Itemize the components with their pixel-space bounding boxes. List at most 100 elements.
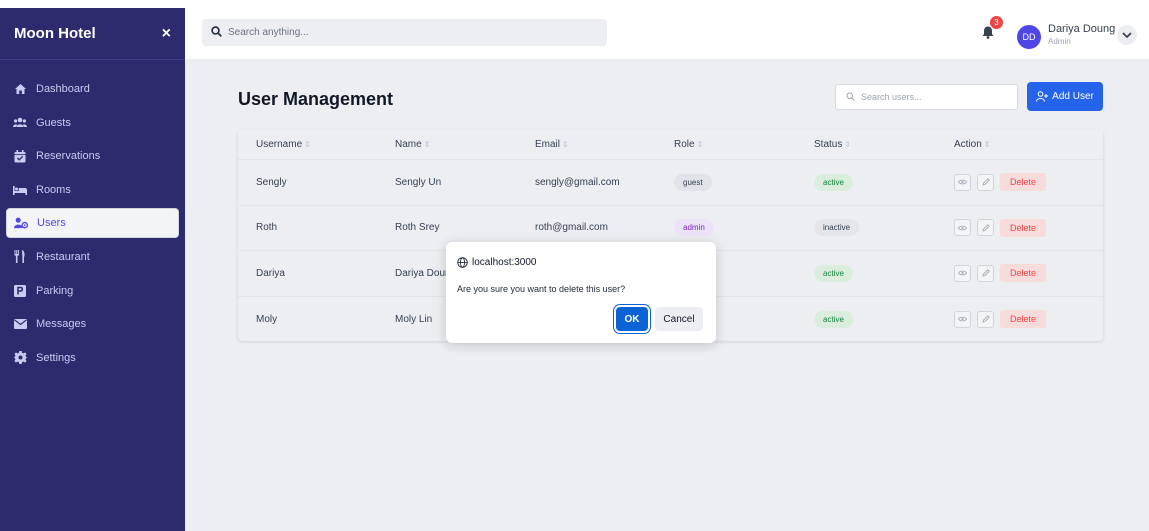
cell-email: roth@gmail.com <box>535 222 608 234</box>
edit-button[interactable] <box>977 173 994 191</box>
user-search[interactable] <box>835 84 1018 110</box>
search-icon <box>211 24 222 42</box>
add-user-label: Add User <box>1052 91 1094 102</box>
delete-button[interactable]: Delete <box>1000 310 1047 329</box>
delete-button[interactable]: Delete <box>1000 173 1047 192</box>
view-button[interactable] <box>954 264 971 282</box>
status-badge: inactive <box>814 219 860 237</box>
sidebar-item-settings[interactable]: Settings <box>6 343 179 373</box>
sidebar-item-rooms[interactable]: Rooms <box>6 175 179 205</box>
topbar: 3 DD Dariya Doung Admin <box>185 8 1149 60</box>
global-search-input[interactable] <box>228 27 588 38</box>
cell-name: Moly Lin <box>395 313 433 325</box>
edit-button[interactable] <box>977 310 994 328</box>
sort-icon: ⇕ <box>696 140 704 149</box>
eye-icon <box>958 316 967 322</box>
cell-name: Dariya Doun <box>395 267 451 279</box>
brand-title: Moon Hotel <box>14 25 96 42</box>
view-button[interactable] <box>954 310 971 328</box>
ok-button[interactable]: OK <box>616 307 648 331</box>
eye-icon <box>958 179 967 185</box>
user-name: Dariya Doung <box>1048 23 1116 35</box>
pencil-icon <box>981 178 990 186</box>
pencil-icon <box>981 223 990 232</box>
sort-icon: ⇕ <box>983 140 991 149</box>
confirm-dialog: localhost:3000 Are you sure you want to … <box>446 242 716 343</box>
cancel-button[interactable]: Cancel <box>655 307 703 331</box>
sidebar-item-parking[interactable]: Parking <box>6 276 179 306</box>
sidebar-item-restaurant[interactable]: Restaurant <box>6 242 179 272</box>
sidebar-item-users[interactable]: Users <box>6 208 179 239</box>
cell-email: sengly@gmail.com <box>535 176 620 188</box>
sidebar-item-label: Dashboard <box>36 83 90 95</box>
column-header[interactable]: Username ⇕ <box>256 139 311 150</box>
sidebar-item-label: Reservations <box>36 150 101 163</box>
sidebar-item-label: Users <box>37 217 66 230</box>
sidebar-item-label: Messages <box>36 318 87 331</box>
sidebar-item-reservations[interactable]: Reservations <box>6 141 179 171</box>
avatar[interactable]: DD <box>1017 25 1041 49</box>
user-gear-icon <box>14 216 28 230</box>
column-header[interactable]: Status ⇕ <box>814 139 851 150</box>
pencil-icon <box>981 269 990 277</box>
sidebar-item-guests[interactable]: Guests <box>6 108 179 138</box>
user-search-input[interactable] <box>861 92 1011 102</box>
view-button[interactable] <box>954 219 971 237</box>
sidebar-item-label: Rooms <box>36 183 71 196</box>
eye-icon <box>958 270 967 276</box>
view-button[interactable] <box>954 173 971 191</box>
user-role: Admin <box>1048 37 1071 46</box>
cell-username: Moly <box>256 313 278 325</box>
global-search[interactable] <box>202 19 607 46</box>
close-sidebar-icon[interactable]: × <box>162 25 171 43</box>
status-badge: active <box>814 173 853 191</box>
sidebar-item-dashboard[interactable]: Dashboard <box>6 74 179 104</box>
sidebar-item-label: Guests <box>36 116 71 129</box>
delete-button[interactable]: Delete <box>1000 218 1047 237</box>
delete-button[interactable]: Delete <box>1000 264 1047 283</box>
user-plus-icon <box>1036 91 1049 102</box>
pencil-icon <box>981 315 990 323</box>
bed-icon <box>13 183 27 197</box>
edit-button[interactable] <box>977 219 994 237</box>
column-header[interactable]: Email ⇕ <box>535 139 569 150</box>
search-icon <box>846 88 855 106</box>
dialog-origin-text: localhost:3000 <box>472 257 537 268</box>
status-badge: active <box>814 310 853 328</box>
table-header: Username ⇕ Name ⇕ Email ⇕ Role ⇕ Status ⇕ Act… <box>238 130 1103 160</box>
role-badge: guest <box>674 173 712 191</box>
sidebar-item-messages[interactable]: Messages <box>6 309 179 339</box>
sort-icon: ⇕ <box>844 140 852 149</box>
sidebar: Moon Hotel × Dashboard Guests Reservatio… <box>0 8 185 531</box>
sort-icon: ⇕ <box>562 140 569 149</box>
cell-name: Sengly Un <box>395 176 442 188</box>
globe-icon <box>457 257 468 268</box>
sidebar-item-label: Restaurant <box>36 250 90 263</box>
row-actions: Delete <box>954 264 1047 283</box>
sidebar-header: Moon Hotel × <box>0 8 185 60</box>
column-header[interactable]: Role ⇕ <box>674 139 703 150</box>
home-icon <box>13 82 27 96</box>
utensils-icon <box>13 250 27 264</box>
dialog-message: Are you sure you want to delete this use… <box>457 284 626 294</box>
sort-icon: ⇕ <box>423 140 431 149</box>
eye-icon <box>958 225 967 231</box>
cell-name: Roth Srey <box>395 222 440 234</box>
chevron-down-icon[interactable] <box>1117 25 1137 45</box>
parking-icon <box>13 284 27 298</box>
column-header[interactable]: Action ⇕ <box>954 139 991 150</box>
add-user-button[interactable]: Add User <box>1027 82 1103 111</box>
notification-badge: 3 <box>990 16 1003 29</box>
role-badge: admin <box>674 219 714 237</box>
column-header[interactable]: Name ⇕ <box>395 139 430 150</box>
status-badge: active <box>814 264 853 282</box>
sidebar-nav: Dashboard Guests Reservations Rooms User… <box>0 60 185 373</box>
cell-username: Sengly <box>256 176 287 188</box>
envelope-icon <box>13 317 27 331</box>
sidebar-item-label: Parking <box>36 284 74 297</box>
edit-button[interactable] <box>977 264 994 282</box>
sort-icon: ⇕ <box>304 140 311 149</box>
users-icon <box>13 116 27 130</box>
sidebar-item-label: Settings <box>36 351 76 364</box>
gear-icon <box>13 351 27 365</box>
